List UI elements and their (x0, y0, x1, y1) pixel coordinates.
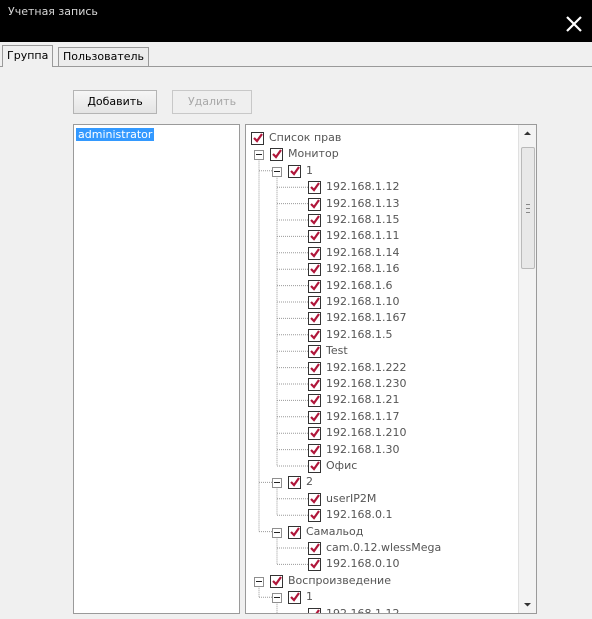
checked-checkbox-icon[interactable] (308, 197, 321, 211)
checked-checkbox-icon[interactable] (308, 492, 321, 506)
checked-checkbox-icon[interactable] (308, 509, 321, 523)
checked-checkbox-icon[interactable] (308, 542, 321, 555)
checked-checkbox-icon[interactable] (308, 246, 321, 260)
tab-bar: Группа Пользователь (0, 44, 592, 67)
checked-checkbox-icon[interactable] (288, 591, 301, 605)
group-list[interactable]: administrator (73, 124, 240, 614)
tree-node-label: Монитор (288, 147, 339, 161)
collapse-minus-icon[interactable] (254, 150, 264, 161)
checked-checkbox-icon[interactable] (308, 263, 321, 277)
checked-checkbox-icon[interactable] (308, 345, 321, 359)
tree-node-label: 192.168.0.10 (326, 557, 400, 571)
checked-checkbox-icon[interactable] (308, 378, 321, 391)
tree-node-label: 2 (306, 475, 313, 489)
collapse-minus-icon[interactable] (272, 166, 282, 177)
tree-node-label: 192.168.1.222 (326, 360, 407, 374)
scroll-up-arrow-icon[interactable] (519, 125, 536, 142)
tree-node-label: 192.168.1.10 (326, 295, 400, 308)
tree-node-label: userIP2M (326, 491, 377, 505)
tree-node-label: Список прав (269, 131, 342, 144)
title-bar: Учетная запись (0, 0, 592, 42)
tree-node-label: 192.168.1.11 (326, 229, 400, 243)
tree-node-label: 192.168.1.13 (326, 196, 400, 210)
tree-node-label: 192.168.1.230 (326, 377, 407, 390)
checked-checkbox-icon[interactable] (308, 296, 321, 309)
tree-node-label: 192.168.1.12 (326, 180, 400, 194)
tree-node-label: Воспроизведение (288, 573, 391, 587)
tree-node-label: 1 (306, 590, 313, 604)
checked-checkbox-icon[interactable] (308, 443, 321, 457)
tree-node-label: 192.168.1.21 (326, 393, 400, 407)
checked-checkbox-icon[interactable] (308, 279, 321, 293)
checked-checkbox-icon[interactable] (288, 476, 301, 490)
tree-node-label: Самальод (306, 524, 364, 538)
delete-button[interactable]: Удалить (172, 90, 252, 114)
checked-checkbox-icon[interactable] (308, 394, 321, 408)
tree-node-label: 192.168.1.12 (326, 606, 400, 614)
tree-node-label: 192.168.1.30 (326, 442, 400, 456)
tree-node-label: 192.168.0.1 (326, 508, 393, 522)
checked-checkbox-icon[interactable] (308, 427, 321, 441)
tree-node-label: Офис (326, 459, 358, 472)
collapse-minus-icon[interactable] (254, 576, 264, 587)
tree-node-label: 192.168.1.6 (326, 278, 393, 292)
permissions-tree[interactable]: Список прав Монитор 1 192.168.1.12 192.168.1… (245, 124, 537, 614)
grip-icon (526, 204, 530, 213)
collapse-minus-icon[interactable] (272, 527, 282, 538)
checked-checkbox-icon[interactable] (308, 361, 321, 375)
add-button[interactable]: Добавить (73, 90, 157, 114)
tree-node-label: 192.168.1.14 (326, 245, 400, 259)
checked-checkbox-icon[interactable] (308, 558, 321, 572)
checked-checkbox-icon[interactable] (308, 312, 321, 326)
tree-node-label: 192.168.1.16 (326, 262, 400, 276)
checked-checkbox-icon[interactable] (308, 214, 321, 227)
vertical-scrollbar[interactable] (518, 125, 536, 613)
tree-node-label: Test (326, 344, 348, 358)
collapse-minus-icon[interactable] (272, 478, 282, 489)
tree-node-label: 192.168.1.17 (326, 409, 400, 423)
checked-checkbox-icon[interactable] (308, 230, 321, 244)
tree-node-label: 192.168.1.167 (326, 311, 407, 325)
tab-group[interactable]: Группа (2, 45, 54, 67)
checked-checkbox-icon[interactable] (308, 328, 321, 342)
scroll-thumb[interactable] (521, 147, 535, 269)
tree-node-label: 1 (306, 163, 313, 177)
checked-checkbox-icon[interactable] (308, 410, 321, 424)
close-x-icon[interactable] (560, 10, 588, 38)
collapse-minus-icon[interactable] (272, 593, 282, 604)
tree-node-label: 192.168.1.15 (326, 213, 400, 226)
tree-node-label: 192.168.1.5 (326, 327, 393, 341)
checked-checkbox-icon[interactable] (288, 164, 301, 178)
tab-user[interactable]: Пользователь (58, 47, 150, 66)
list-item-administrator[interactable]: administrator (76, 128, 155, 141)
checked-checkbox-icon[interactable] (308, 181, 321, 195)
checked-checkbox-icon[interactable] (288, 525, 301, 539)
window-title: Учетная запись (8, 5, 98, 18)
checked-checkbox-icon[interactable] (270, 574, 283, 588)
checked-checkbox-icon[interactable] (308, 607, 321, 613)
tree-node-label: 192.168.1.210 (326, 426, 407, 440)
scroll-down-arrow-icon[interactable] (519, 596, 536, 613)
checked-checkbox-icon[interactable] (308, 460, 321, 473)
checked-checkbox-icon[interactable] (251, 132, 264, 145)
checked-checkbox-icon[interactable] (270, 148, 283, 162)
tree-node-label: cam.0.12.wlessMega (326, 541, 442, 554)
